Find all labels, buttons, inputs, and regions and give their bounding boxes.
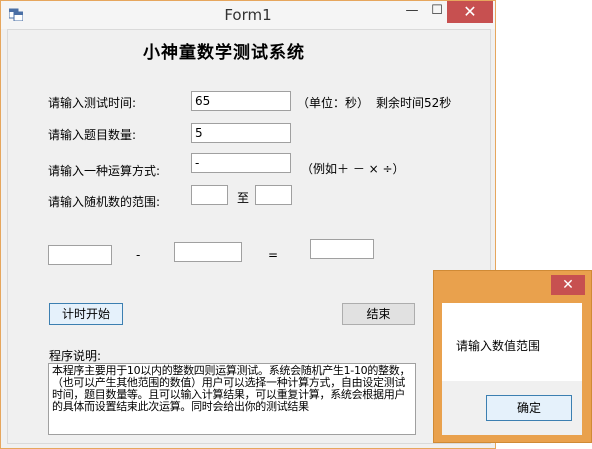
app-heading: 小神童数学测试系统 (143, 43, 305, 63)
remaining-time: 剩余时间52秒 (376, 96, 452, 110)
ok-button[interactable]: 确定 (486, 395, 572, 421)
dialog-message: 请输入数值范围 (456, 339, 541, 353)
range-min-input[interactable] (191, 185, 228, 205)
close-button[interactable]: ✕ (447, 1, 493, 23)
operation-input[interactable]: - (191, 153, 291, 173)
operator-sign: - (136, 248, 141, 262)
equals-sign: = (268, 248, 279, 262)
message-dialog: ✕ 请输入数值范围 确定 (433, 270, 592, 443)
count-input[interactable]: 5 (191, 123, 291, 143)
time-label: 请输入测试时间: (48, 96, 137, 110)
range-max-input[interactable] (255, 185, 292, 205)
dialog-footer: 确定 (442, 381, 582, 435)
title-bar[interactable]: Form1 — ☐ ✕ (1, 1, 495, 29)
dialog-body: 请输入数值范围 确定 (442, 303, 582, 435)
start-timer-button[interactable]: 计时开始 (49, 303, 123, 325)
range-to-label: 至 (237, 191, 250, 205)
main-window: Form1 — ☐ ✕ 小神童数学测试系统 请输入测试时间: 65 （单位：秒）… (0, 0, 496, 449)
operand2-field[interactable] (174, 242, 242, 262)
description-label: 程序说明: (49, 349, 102, 363)
unit-hint: （单位：秒） (297, 96, 370, 110)
end-button[interactable]: 结束 (342, 303, 415, 325)
form-client-area: 小神童数学测试系统 请输入测试时间: 65 （单位：秒） 剩余时间52秒 请输入… (7, 29, 491, 444)
minimize-button[interactable]: — (398, 1, 426, 23)
count-label: 请输入题目数量: (48, 128, 137, 142)
range-label: 请输入随机数的范围: (48, 195, 161, 209)
operand1-field[interactable] (48, 245, 112, 265)
dialog-close-button[interactable]: ✕ (551, 275, 585, 295)
operation-label: 请输入一种运算方式: (48, 164, 161, 178)
time-input[interactable]: 65 (191, 91, 291, 111)
description-textbox[interactable]: 本程序主要用于10以内的整数四则运算测试。系统会随机产生1-10的整数，（也可以… (48, 363, 416, 435)
result-input[interactable] (310, 239, 374, 259)
operation-hint: （例如＋ － × ÷） (301, 162, 405, 176)
